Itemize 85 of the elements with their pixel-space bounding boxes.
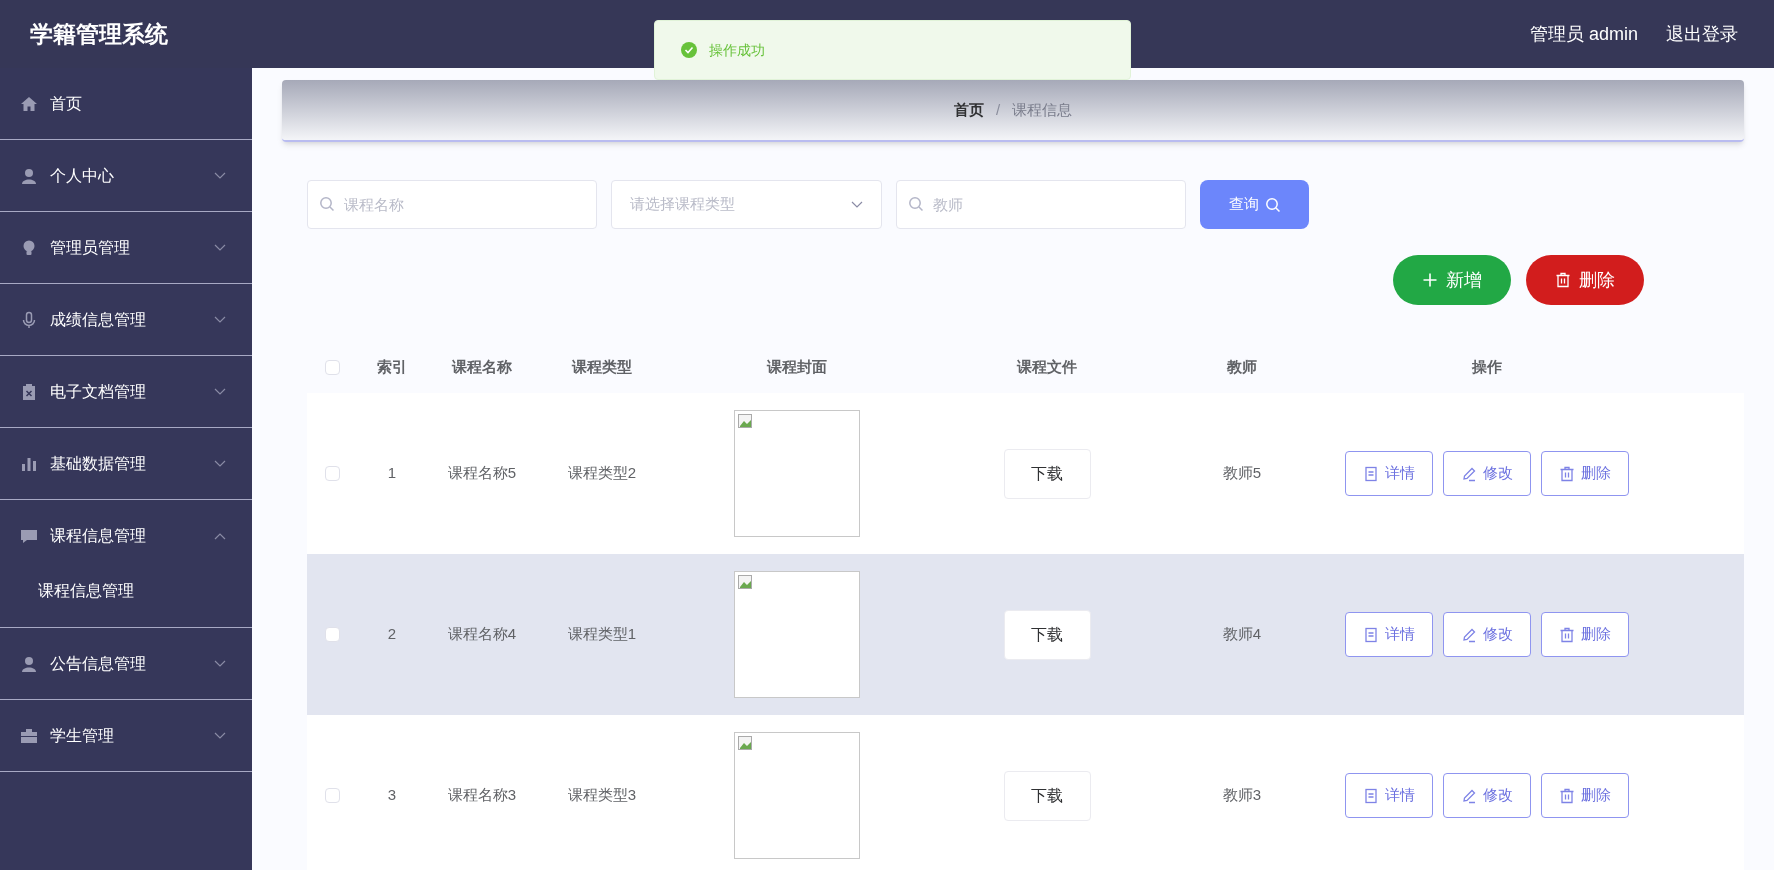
table-cell-text: 1 bbox=[387, 463, 397, 484]
edit-button[interactable]: 修改 bbox=[1443, 451, 1531, 496]
chevron-down-icon bbox=[214, 659, 226, 668]
document-icon bbox=[1363, 465, 1379, 482]
download-button[interactable]: 下载 bbox=[1003, 770, 1091, 821]
column-header: 课程封面 bbox=[767, 356, 827, 377]
column-header: 课程文件 bbox=[1017, 356, 1077, 377]
delete-button[interactable]: 删除 bbox=[1541, 451, 1629, 496]
column-header: 课程类型 bbox=[572, 356, 632, 377]
app-title: 学籍管理系统 bbox=[30, 19, 168, 49]
table-cell-text: 教师4 bbox=[1222, 624, 1262, 645]
table-cell-text: 课程类型2 bbox=[567, 463, 637, 484]
sidebar-item[interactable]: 基础数据管理 bbox=[0, 428, 252, 499]
pencil-icon bbox=[1461, 787, 1477, 804]
table-cell-text: 课程名称3 bbox=[447, 785, 517, 806]
chevron-down-icon bbox=[214, 459, 226, 468]
chevron-down-icon bbox=[214, 731, 226, 740]
edit-button[interactable]: 修改 bbox=[1443, 773, 1531, 818]
chevron-up-icon bbox=[214, 531, 226, 540]
table-cell-text: 课程类型3 bbox=[567, 785, 637, 806]
broken-image-icon bbox=[738, 736, 754, 752]
row-checkbox[interactable] bbox=[324, 466, 340, 481]
table-cell-text: 教师3 bbox=[1222, 785, 1262, 806]
search-field[interactable]: 课程名称 bbox=[307, 180, 597, 229]
sidebar-item[interactable]: 个人中心 bbox=[0, 140, 252, 211]
select-all-checkbox[interactable] bbox=[324, 359, 340, 375]
plus-icon bbox=[1422, 272, 1438, 288]
edit-button[interactable]: 修改 bbox=[1443, 612, 1531, 657]
sidebar-item[interactable]: 首页 bbox=[0, 68, 252, 139]
pencil-icon bbox=[1461, 465, 1477, 482]
chevron-down-icon bbox=[851, 200, 863, 209]
table-cell-text: 课程名称5 bbox=[447, 463, 517, 484]
search-field[interactable]: 教师 bbox=[896, 180, 1186, 229]
search-icon bbox=[1264, 196, 1281, 213]
home-icon bbox=[20, 94, 38, 113]
logout-link[interactable]: 退出登录 bbox=[1666, 20, 1738, 48]
trash-icon bbox=[1559, 787, 1575, 804]
sidebar-item[interactable]: 管理员管理 bbox=[0, 212, 252, 283]
detail-button[interactable]: 详情 bbox=[1345, 773, 1433, 818]
document-icon bbox=[1363, 626, 1379, 643]
trash-icon bbox=[1555, 272, 1571, 288]
briefcase-icon bbox=[20, 726, 38, 745]
check-circle-icon bbox=[681, 42, 697, 58]
search-icon bbox=[908, 196, 924, 212]
download-button[interactable]: 下载 bbox=[1003, 609, 1091, 660]
user-label: 管理员 admin bbox=[1529, 22, 1638, 46]
column-header: 教师 bbox=[1227, 356, 1257, 377]
sidebar-item[interactable]: 公告信息管理 bbox=[0, 628, 252, 699]
table-cell-text: 课程类型1 bbox=[567, 624, 637, 645]
document-icon bbox=[1363, 787, 1379, 804]
detail-button[interactable]: 详情 bbox=[1345, 451, 1433, 496]
trash-icon bbox=[1559, 626, 1575, 643]
table-cell-text: 课程名称4 bbox=[447, 624, 517, 645]
table-cell-text: 3 bbox=[387, 785, 397, 806]
breadcrumb-separator: / bbox=[995, 99, 1001, 120]
chevron-down-icon bbox=[214, 243, 226, 252]
breadcrumb-link[interactable]: 首页 bbox=[953, 98, 984, 122]
pencil-icon bbox=[1461, 626, 1477, 643]
delete-button[interactable]: 删除 bbox=[1526, 255, 1644, 305]
chevron-down-icon bbox=[214, 315, 226, 324]
column-header: 课程名称 bbox=[452, 356, 512, 377]
row-checkbox[interactable] bbox=[324, 627, 340, 642]
column-header: 操作 bbox=[1472, 356, 1502, 377]
microphone-icon bbox=[20, 310, 38, 329]
delete-button[interactable]: 删除 bbox=[1541, 612, 1629, 657]
sidebar-item[interactable]: 成绩信息管理 bbox=[0, 284, 252, 355]
detail-button[interactable]: 详情 bbox=[1345, 612, 1433, 657]
broken-image-icon bbox=[738, 414, 754, 430]
chevron-down-icon bbox=[214, 171, 226, 180]
search-icon bbox=[319, 196, 335, 212]
toast-message: 操作成功 bbox=[709, 40, 765, 60]
user-icon bbox=[20, 166, 38, 185]
row-checkbox[interactable] bbox=[324, 788, 340, 803]
chevron-down-icon bbox=[214, 387, 226, 396]
sidebar-item[interactable]: 电子文档管理 bbox=[0, 356, 252, 427]
clipboard-icon bbox=[20, 382, 38, 401]
sidebar-item[interactable]: 学生管理 bbox=[0, 700, 252, 771]
table-cell-text: 教师5 bbox=[1222, 463, 1262, 484]
broken-image-icon bbox=[738, 575, 754, 591]
trash-icon bbox=[1559, 465, 1575, 482]
column-header: 索引 bbox=[377, 356, 407, 377]
user-icon bbox=[20, 654, 38, 673]
table-cell-text: 2 bbox=[387, 624, 397, 645]
download-button[interactable]: 下载 bbox=[1003, 448, 1091, 499]
delete-button[interactable]: 删除 bbox=[1541, 773, 1629, 818]
